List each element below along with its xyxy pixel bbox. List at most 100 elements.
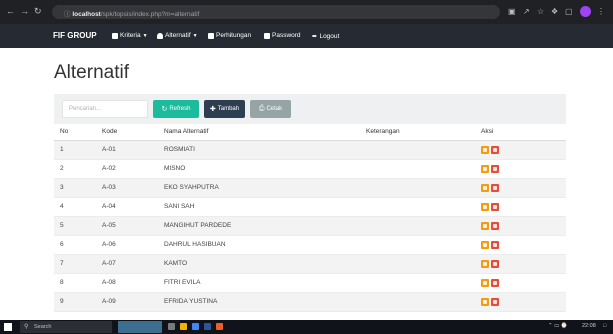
cell-keterangan <box>360 216 475 236</box>
table-row: 6 A-06 DAHRUL HASIBUAN <box>54 235 566 255</box>
nav-item-password[interactable]: Password <box>264 32 301 39</box>
printer-icon: ⎙ <box>258 105 265 112</box>
cell-kode: A-03 <box>96 178 158 198</box>
cell-aksi <box>475 292 566 312</box>
cell-aksi <box>475 178 566 198</box>
trash-icon[interactable] <box>491 202 499 211</box>
cell-no: 7 <box>54 254 96 274</box>
word-icon[interactable] <box>204 323 211 330</box>
cell-aksi <box>475 235 566 255</box>
nav-item-alternatif[interactable]: Alternatif ▼ <box>157 32 198 39</box>
url-text[interactable]: ⓘ localhost/spk/topsis/index.php?m=alter… <box>64 8 199 18</box>
edit-icon[interactable] <box>481 240 489 249</box>
cell-keterangan <box>360 273 475 293</box>
trash-icon[interactable] <box>491 164 499 173</box>
table-header-row: No Kode Nama Alternatif Keterangan Aksi <box>54 124 566 141</box>
cell-no: 5 <box>54 216 96 236</box>
edit-icon[interactable] <box>481 297 489 306</box>
edit-icon[interactable] <box>481 202 489 211</box>
cell-keterangan <box>360 235 475 255</box>
page-title: Alternatif <box>54 62 129 83</box>
search-input[interactable]: Pencarian... <box>62 100 148 118</box>
trash-icon[interactable] <box>491 240 499 249</box>
cell-aksi <box>475 197 566 217</box>
cell-nama: EKO SYAHPUTRA <box>158 178 360 198</box>
cell-no: 1 <box>54 140 96 160</box>
table-toolbar: Pencarian... ↻ Refresh ✚ Tambah ⎙ Cetak <box>54 94 566 124</box>
table-row: 1 A-01 ROSMIATI <box>54 140 566 160</box>
arrow-left-icon[interactable]: ← <box>6 7 15 16</box>
alternatif-table: No Kode Nama Alternatif Keterangan Aksi … <box>54 124 566 312</box>
taskbar-search[interactable]: ⚲ Search <box>20 321 112 333</box>
star-icon[interactable]: ☆ <box>537 7 544 16</box>
system-tray-icons[interactable]: ⌃ ▭ ⌚ <box>548 323 568 329</box>
edit-icon[interactable] <box>481 259 489 268</box>
app-icon[interactable] <box>216 323 223 330</box>
cell-kode: A-09 <box>96 292 158 312</box>
cell-keterangan <box>360 197 475 217</box>
chrome-icon[interactable] <box>192 323 199 330</box>
cell-keterangan <box>360 159 475 179</box>
extension-icon[interactable]: ❖ <box>551 7 558 16</box>
trash-icon[interactable] <box>491 259 499 268</box>
nav-item-perhitungan[interactable]: Perhitungan <box>208 32 251 39</box>
refresh-icon: ↻ <box>161 106 168 113</box>
cell-keterangan <box>360 178 475 198</box>
window-icon[interactable]: ▢ <box>565 7 573 16</box>
nav-item-logout[interactable]: ➨ Logout <box>312 32 339 41</box>
logout-icon: ➨ <box>312 33 318 40</box>
brand-logo[interactable]: FIF GROUP <box>53 31 97 40</box>
cell-nama: MANGIHUT PARDEDE <box>158 216 360 236</box>
trash-icon[interactable] <box>491 145 499 154</box>
taskbar-thumbnail[interactable] <box>118 321 162 333</box>
cell-nama: ROSMIATI <box>158 140 360 160</box>
cell-kode: A-05 <box>96 216 158 236</box>
edit-icon[interactable] <box>481 183 489 192</box>
cell-kode: A-02 <box>96 159 158 179</box>
list-icon <box>208 32 214 39</box>
column-header-aksi: Aksi <box>475 124 566 141</box>
app-navbar: FIF GROUP Kriteria ▼ Alternatif ▼ Perhitun… <box>0 24 613 48</box>
trash-icon[interactable] <box>491 183 499 192</box>
task-view-icon[interactable] <box>168 323 175 330</box>
trash-icon[interactable] <box>491 297 499 306</box>
cell-no: 4 <box>54 197 96 217</box>
nav-item-kriteria[interactable]: Kriteria ▼ <box>112 32 148 39</box>
edit-icon[interactable] <box>481 221 489 230</box>
arrow-right-icon[interactable]: → <box>20 7 29 16</box>
translate-icon[interactable]: ▣ <box>508 7 516 16</box>
cell-no: 8 <box>54 273 96 293</box>
cell-kode: A-08 <box>96 273 158 293</box>
cell-nama: EFRIDA YUSTINA <box>158 292 360 312</box>
edit-icon[interactable] <box>481 145 489 154</box>
tambah-button[interactable]: ✚ Tambah <box>204 100 245 118</box>
share-icon[interactable]: ↗ <box>523 7 530 16</box>
file-explorer-icon[interactable] <box>180 323 187 330</box>
cell-nama: DAHRUL HASIBUAN <box>158 235 360 255</box>
trash-icon[interactable] <box>491 221 499 230</box>
column-header-keterangan: Keterangan <box>360 124 475 141</box>
trash-icon[interactable] <box>491 278 499 287</box>
search-icon: ⚲ <box>24 324 29 330</box>
cell-keterangan <box>360 140 475 160</box>
clock[interactable]: 22:08 <box>582 323 596 329</box>
cell-aksi <box>475 254 566 274</box>
profile-avatar[interactable] <box>580 6 591 17</box>
cetak-button[interactable]: ⎙ Cetak <box>250 100 291 118</box>
notification-icon[interactable]: □ <box>603 323 606 329</box>
windows-start-icon[interactable] <box>4 323 12 331</box>
cell-kode: A-04 <box>96 197 158 217</box>
column-header-no: No <box>54 124 96 141</box>
edit-icon[interactable] <box>481 164 489 173</box>
refresh-button[interactable]: ↻ Refresh <box>153 100 199 118</box>
reload-icon[interactable]: ↻ <box>34 7 42 16</box>
grid-icon <box>112 32 118 39</box>
cell-no: 2 <box>54 159 96 179</box>
cell-no: 9 <box>54 292 96 312</box>
cell-nama: KAMTO <box>158 254 360 274</box>
table-row: 3 A-03 EKO SYAHPUTRA <box>54 178 566 198</box>
table-row: 7 A-07 KAMTO <box>54 254 566 274</box>
menu-icon[interactable]: ⋮ <box>597 7 605 16</box>
cell-kode: A-01 <box>96 140 158 160</box>
edit-icon[interactable] <box>481 278 489 287</box>
